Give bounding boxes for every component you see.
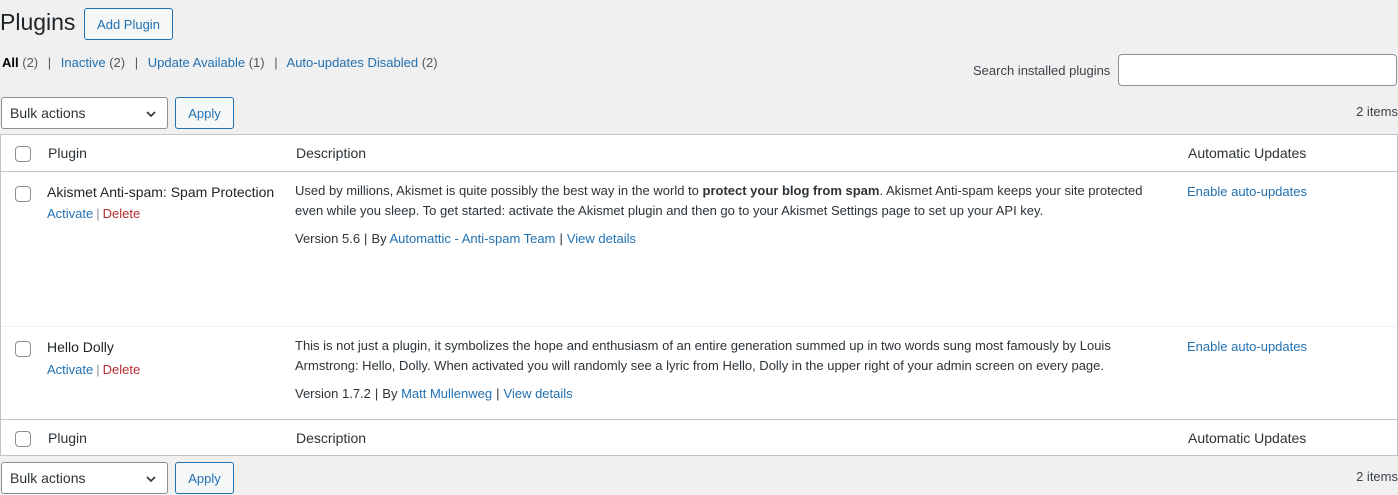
- view-details-link[interactable]: View details: [567, 231, 636, 246]
- filter-all[interactable]: All: [2, 55, 19, 70]
- meta-separator: |: [364, 231, 368, 246]
- delete-link[interactable]: Delete: [103, 206, 141, 221]
- bulk-actions-select-bottom[interactable]: Bulk actions: [1, 462, 168, 494]
- filter-inactive[interactable]: Inactive: [61, 55, 106, 70]
- row-checkbox[interactable]: [15, 186, 31, 202]
- search-input[interactable]: [1118, 54, 1397, 86]
- meta-separator: |: [559, 231, 563, 246]
- filter-separator: |: [134, 55, 139, 70]
- select-all-checkbox[interactable]: [15, 431, 31, 447]
- plugin-status-filters: All (2) | Inactive (2) | Update Availabl…: [2, 56, 438, 70]
- column-auto-updates: Automatic Updates: [1188, 430, 1307, 446]
- activate-link[interactable]: Activate: [47, 206, 93, 221]
- meta-separator: |: [374, 386, 379, 401]
- filter-auto-updates-disabled[interactable]: Auto-updates Disabled: [287, 55, 419, 70]
- plugin-description: This is not just a plugin, it symbolizes…: [295, 338, 1111, 373]
- column-description: Description: [296, 145, 367, 161]
- description-text: Used by millions, Akismet is quite possi…: [295, 183, 703, 198]
- enable-auto-updates-link[interactable]: Enable auto-updates: [1187, 339, 1307, 354]
- enable-auto-updates-link[interactable]: Enable auto-updates: [1187, 184, 1307, 199]
- column-description: Description: [296, 430, 367, 446]
- action-separator: |: [96, 362, 100, 377]
- search-label: Search installed plugins: [973, 63, 1111, 78]
- author-link[interactable]: Automattic - Anti-spam Team: [390, 231, 556, 246]
- view-details-link[interactable]: View details: [504, 386, 573, 401]
- filter-update-available-count: (1): [248, 55, 265, 70]
- select-all-checkbox[interactable]: [15, 146, 31, 162]
- by-label: By: [371, 231, 387, 246]
- plugin-version-info: Version 5.6 | By Automattic - Anti-spam Te…: [295, 231, 636, 246]
- description-bold-text: protect your blog from spam: [702, 183, 880, 198]
- plugin-name: Hello Dolly: [47, 339, 114, 355]
- chevron-down-icon: [146, 111, 156, 118]
- meta-separator: |: [496, 386, 500, 401]
- row-checkbox[interactable]: [15, 341, 31, 357]
- plugin-name: Akismet Anti-spam: Spam Protection: [47, 184, 275, 200]
- author-link[interactable]: Matt Mullenweg: [401, 386, 492, 401]
- table-footer: Plugin Description Automatic Updates: [1, 419, 1397, 456]
- bulk-actions-value: Bulk actions: [10, 105, 86, 121]
- apply-button-bottom[interactable]: Apply: [175, 462, 234, 494]
- column-auto-updates: Automatic Updates: [1188, 145, 1307, 161]
- filter-separator: |: [47, 55, 52, 70]
- filter-separator: |: [274, 55, 278, 70]
- table-row: Akismet Anti-spam: Spam Protection Activ…: [1, 171, 1397, 327]
- action-separator: |: [96, 206, 100, 221]
- table-header: Plugin Description Automatic Updates: [1, 135, 1397, 172]
- plugin-description: Used by millions, Akismet is quite possi…: [295, 181, 1165, 221]
- table-row: Hello Dolly Activate | Delete This is not …: [1, 327, 1397, 419]
- plugin-version-info: Version 1.7.2 | By Matt Mullenweg | View det…: [295, 386, 573, 401]
- column-plugin[interactable]: Plugin: [48, 430, 87, 446]
- items-count-bottom: 2 items: [1356, 469, 1398, 484]
- row-actions: Activate | Delete: [47, 362, 140, 377]
- chevron-down-icon: [146, 476, 156, 483]
- by-label: By: [382, 386, 398, 401]
- filter-inactive-count: (2): [109, 55, 126, 70]
- row-actions: Activate | Delete: [47, 206, 140, 221]
- bulk-actions-value: Bulk actions: [10, 470, 86, 486]
- add-plugin-button[interactable]: Add Plugin: [84, 8, 173, 40]
- items-count-top: 2 items: [1356, 104, 1398, 119]
- delete-link[interactable]: Delete: [103, 362, 141, 377]
- plugin-version: Version 5.6: [295, 231, 361, 246]
- plugin-version: Version 1.7.2: [295, 386, 371, 401]
- filter-all-count: (2): [22, 55, 39, 70]
- apply-button-top[interactable]: Apply: [175, 97, 234, 129]
- filter-auto-updates-disabled-count: (2): [421, 55, 438, 70]
- filter-update-available[interactable]: Update Available: [148, 55, 245, 70]
- page-title: Plugins: [0, 9, 76, 35]
- column-plugin[interactable]: Plugin: [48, 145, 87, 161]
- bulk-actions-select-top[interactable]: Bulk actions: [1, 97, 168, 129]
- activate-link[interactable]: Activate: [47, 362, 93, 377]
